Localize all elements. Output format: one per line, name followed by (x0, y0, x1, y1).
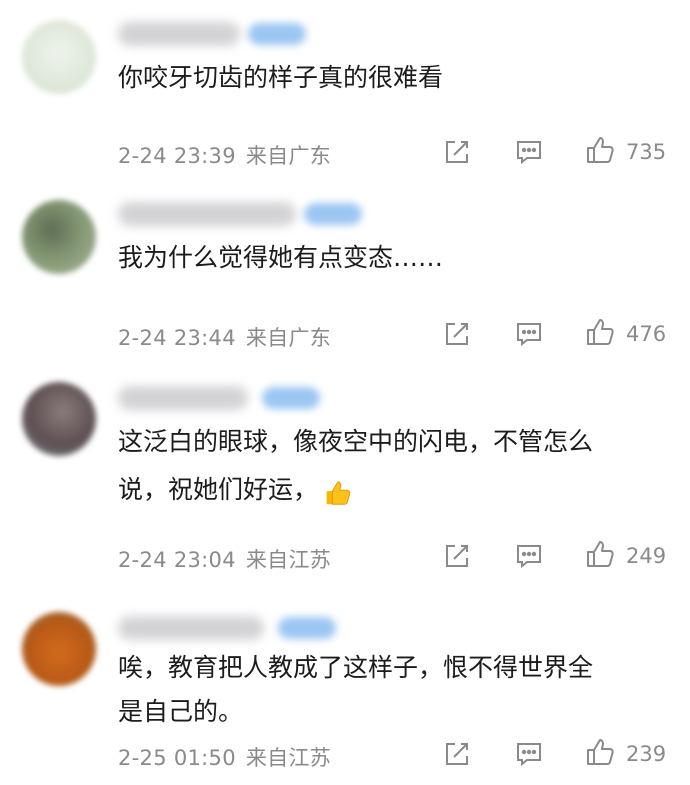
thumbs-up-icon[interactable] (584, 316, 616, 348)
share-icon[interactable] (441, 318, 473, 350)
username-blurred[interactable] (118, 616, 264, 640)
comment-text: 我为什么觉得她有点变态…… (118, 243, 444, 272)
user-badge (278, 617, 336, 639)
share-icon[interactable] (441, 540, 473, 572)
comment-text-line: 是自己的。 (118, 697, 244, 726)
like-count: 239 (626, 742, 667, 766)
like-count: 249 (626, 544, 667, 568)
user-badge (304, 203, 362, 225)
user-badge (262, 387, 320, 409)
comment-time: 2-24 23:04 (118, 548, 236, 572)
share-icon[interactable] (441, 136, 473, 168)
comment-list: { "comments": [ { "text": "你咬牙切齿的样子真的很难看… (0, 0, 690, 785)
comment-icon[interactable] (513, 318, 545, 350)
comment-meta: 2-24 23:39 来自广东 (118, 140, 331, 170)
comment-text-line: 说，祝她们好运， (118, 466, 673, 514)
like-count: 735 (626, 140, 667, 164)
comment-text: 你咬牙切齿的样子真的很难看 (118, 63, 444, 92)
comment-location: 来自江苏 (245, 548, 332, 572)
comment-location: 来自江苏 (245, 746, 332, 770)
avatar[interactable] (22, 200, 96, 274)
share-icon[interactable] (441, 738, 473, 770)
comment-text-segment: 说，祝她们好运， (118, 475, 319, 504)
comment-icon[interactable] (513, 738, 545, 770)
avatar[interactable] (22, 20, 96, 94)
username-blurred[interactable] (118, 202, 296, 226)
comment-text-line: 唉，教育把人教成了这样子，恨不得世界全 (118, 653, 594, 682)
comment-item: 你咬牙切齿的样子真的很难看 2-24 23:39 来自广东 735 (0, 0, 690, 180)
comment-item: 这泛白的眼球，像夜空中的闪电，不管怎么 说，祝她们好运， 2-24 23:04 来… (0, 360, 690, 590)
thumbs-up-icon[interactable] (584, 538, 616, 570)
username-blurred[interactable] (118, 386, 248, 410)
comment-icon[interactable] (513, 136, 545, 168)
comment-location: 来自广东 (245, 326, 332, 350)
avatar[interactable] (22, 382, 96, 456)
comment-meta: 2-25 01:50 来自江苏 (118, 742, 331, 772)
thumbs-up-emoji-icon (322, 476, 352, 506)
comment-meta: 2-24 23:04 来自江苏 (118, 544, 331, 574)
comment-item: 我为什么觉得她有点变态…… 2-24 23:44 来自广东 476 (0, 180, 690, 360)
username-blurred[interactable] (118, 22, 240, 46)
comment-meta: 2-24 23:44 来自广东 (118, 322, 331, 352)
comment-icon[interactable] (513, 540, 545, 572)
user-badge (248, 23, 306, 45)
comment-item: 唉，教育把人教成了这样子，恨不得世界全 是自己的。 2-25 01:50 来自江苏… (0, 590, 690, 785)
comment-time: 2-24 23:44 (118, 326, 236, 350)
thumbs-up-icon[interactable] (584, 134, 616, 166)
like-count: 476 (626, 322, 667, 346)
comment-time: 2-25 01:50 (118, 746, 236, 770)
avatar[interactable] (22, 612, 96, 686)
comment-location: 来自广东 (245, 144, 332, 168)
thumbs-up-icon[interactable] (584, 736, 616, 768)
comment-text-line: 这泛白的眼球，像夜空中的闪电，不管怎么 (118, 427, 594, 456)
comment-time: 2-24 23:39 (118, 144, 236, 168)
